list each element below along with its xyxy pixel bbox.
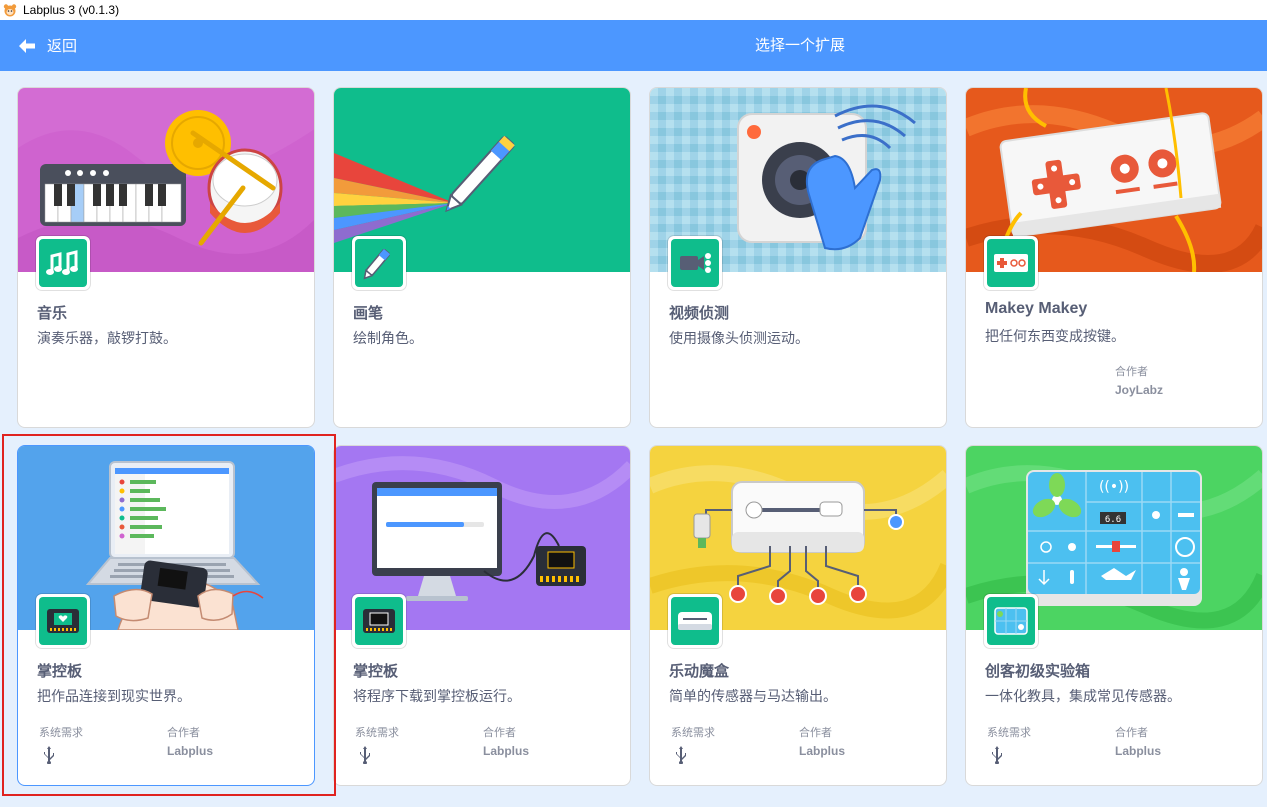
music-card-icon: [36, 236, 90, 290]
collaborator-label: 合作者: [483, 726, 516, 739]
card-title: 创客初级实验箱: [985, 662, 1091, 680]
collaborator-name: JoyLabz: [1115, 383, 1164, 397]
window-title: Labplus 3 (v0.1.3): [23, 3, 120, 17]
extension-card-mpython-download[interactable]: 掌控板 将程序下载到掌控板运行。 系统需求 合作者 Labplus: [333, 445, 631, 786]
maker-kit-card-icon: [984, 594, 1038, 648]
collaborator-name: Labplus: [167, 744, 214, 758]
usb-icon: [44, 746, 54, 764]
collaborator-label: 合作者: [1115, 365, 1148, 378]
page-title: 选择一个扩展: [754, 36, 845, 54]
card-title: 音乐: [37, 304, 68, 322]
card-title: 掌控板: [37, 662, 83, 680]
card-title: 画笔: [353, 304, 384, 322]
app-logo-icon: [3, 4, 17, 17]
extension-card-video-sensing[interactable]: 视频侦测 使用摄像头侦测运动。: [649, 87, 947, 428]
card-title: 乐动魔盒: [669, 662, 730, 680]
extension-card-mpython-board[interactable]: 掌控板 把作品连接到现实世界。 系统需求 合作者 Labplus: [17, 445, 315, 786]
video-camera-icon: [671, 239, 719, 287]
card-description: 把任何东西变成按键。: [985, 329, 1125, 345]
collaborator-label: 合作者: [1115, 726, 1148, 739]
card-title: Makey Makey: [985, 300, 1088, 317]
pen-icon: [355, 239, 403, 287]
collaborator-name: Labplus: [1115, 744, 1162, 758]
video-card-icon: [668, 236, 722, 290]
extension-card-makey-makey[interactable]: Makey Makey 把任何东西变成按键。 合作者 JoyLabz: [965, 87, 1263, 428]
mpython-board-icon: [39, 597, 87, 645]
extension-card-pen[interactable]: 画笔 绘制角色。: [333, 87, 631, 428]
card-description: 使用摄像头侦测运动。: [669, 331, 809, 347]
header-bar: 返回 选择一个扩展: [0, 20, 1267, 71]
card-title: 视频侦测: [669, 304, 730, 322]
card-description: 简单的传感器与马达输出。: [669, 689, 837, 705]
music-box-icon: [671, 597, 719, 645]
collaborator-label: 合作者: [799, 726, 832, 739]
card-description: 将程序下载到掌控板运行。: [353, 689, 521, 705]
requirements-label: 系统需求: [671, 726, 715, 739]
experiment-kit-icon: [987, 597, 1035, 645]
usb-icon: [676, 746, 686, 764]
collaborator-name: Labplus: [799, 744, 846, 758]
extension-card-music[interactable]: 音乐 演奏乐器，敲锣打鼓。: [17, 87, 315, 428]
mpython-card-icon: [36, 594, 90, 648]
mpython-download-card-icon: [352, 594, 406, 648]
collaborator-label: 合作者: [167, 726, 200, 739]
extension-card-maker-kit[interactable]: ((•)) 6.6 创客初级实验箱 一体化教具，集成常见传感器。 系统需求 合作…: [965, 445, 1263, 786]
pen-card-icon: [352, 236, 406, 290]
music-notes-icon: [39, 239, 87, 287]
card-description: 把作品连接到现实世界。: [37, 689, 191, 705]
usb-icon: [992, 746, 1002, 764]
requirements-label: 系统需求: [355, 726, 399, 739]
requirements-label: 系统需求: [987, 726, 1031, 739]
svg-text:6.6: 6.6: [1105, 515, 1121, 525]
makey-card-icon: [984, 236, 1038, 290]
music-box-card-icon: [668, 594, 722, 648]
card-description: 一体化教具，集成常见传感器。: [985, 689, 1181, 705]
title-bar: Labplus 3 (v0.1.3): [0, 0, 1267, 20]
extension-card-music-box[interactable]: 乐动魔盒 简单的传感器与马达输出。 系统需求 合作者 Labplus: [649, 445, 947, 786]
card-description: 绘制角色。: [353, 331, 423, 347]
requirements-label: 系统需求: [39, 726, 83, 739]
card-title: 掌控板: [353, 662, 399, 680]
card-description: 演奏乐器，敲锣打鼓。: [37, 331, 177, 347]
makey-board-icon: [987, 239, 1035, 287]
svg-text:((•)): ((•)): [1099, 479, 1129, 495]
mpython-board-icon: [355, 597, 403, 645]
usb-icon: [360, 746, 370, 764]
collaborator-name: Labplus: [483, 744, 530, 758]
